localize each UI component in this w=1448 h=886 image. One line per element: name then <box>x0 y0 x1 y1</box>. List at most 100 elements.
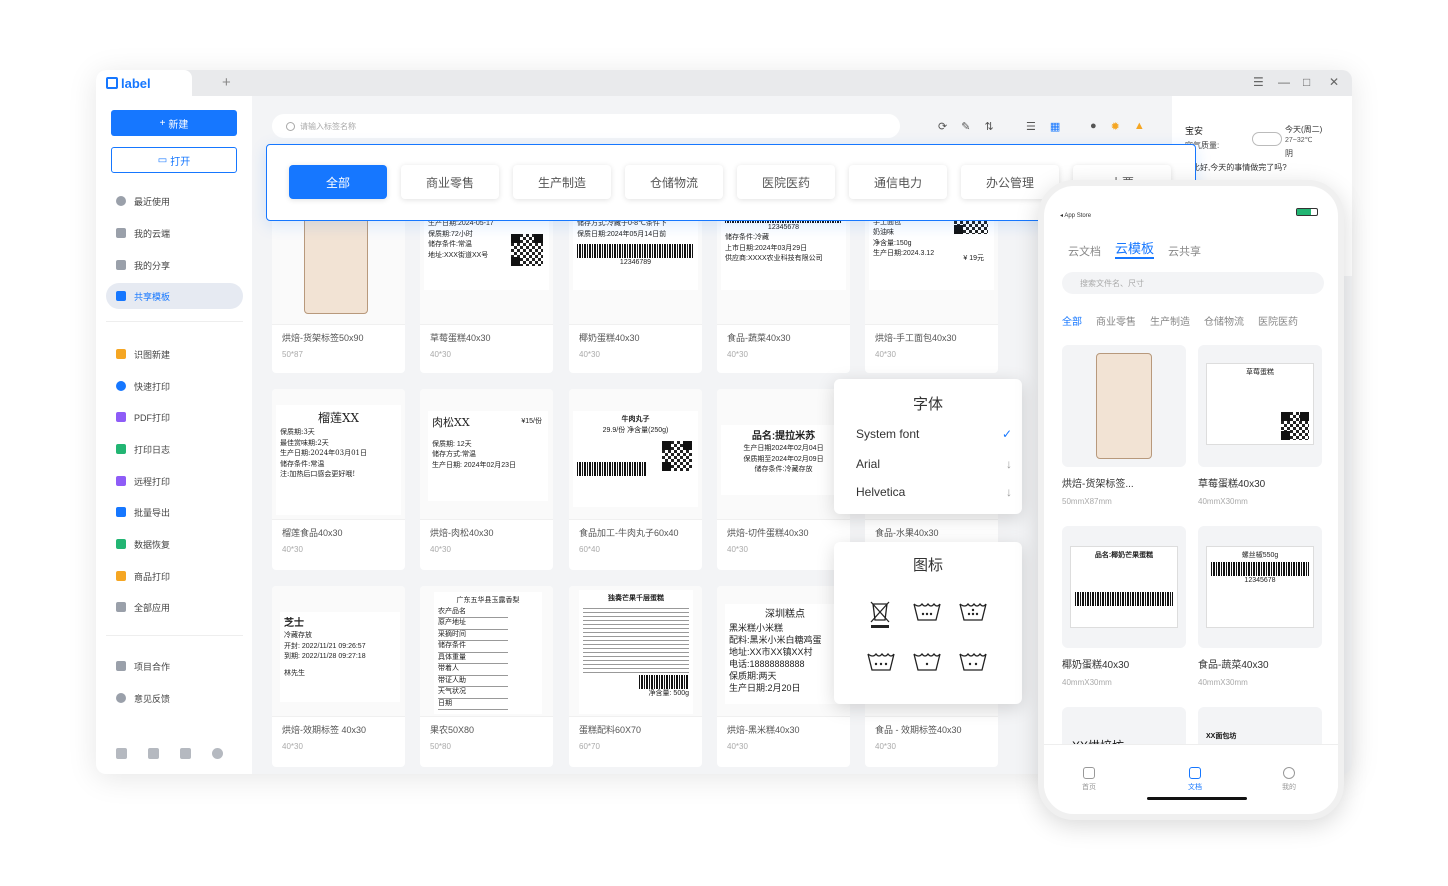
phone-template-card[interactable]: 螺丝椒550g 12345678 食品-蔬菜40x30 40mmX30mm <box>1198 526 1322 687</box>
list-view-icon[interactable]: ☰ <box>1026 120 1036 133</box>
category-power[interactable]: 通信电力 <box>849 165 947 199</box>
label-line: 储存条件:冷藏存放 <box>754 466 813 473</box>
barcode <box>1211 561 1309 576</box>
wash-30-icon[interactable] <box>912 650 942 672</box>
phone-mockup: ◂ App Store 云文档 云模板 云共享 搜索文件名、尺寸 全部 商业零售… <box>1038 180 1344 820</box>
wash-gentle-icon[interactable] <box>866 650 896 672</box>
sidebar-item-quick-print[interactable]: 快速打印 <box>106 373 243 399</box>
phone-template-card[interactable]: 烘焙-货架标签... 50mmX87mm <box>1062 345 1186 506</box>
phone-nav-label: 文档 <box>1188 784 1202 791</box>
category-manufacturing[interactable]: 生产制造 <box>513 165 611 199</box>
wash-40-icon[interactable] <box>912 600 942 622</box>
sidebar-item-print-log[interactable]: 打印日志 <box>106 436 243 462</box>
search-input[interactable]: 请输入标签名称 <box>272 114 900 138</box>
menu-icon[interactable]: ☰ <box>1253 75 1264 89</box>
farm-field: 带证人助 <box>438 676 508 687</box>
template-card[interactable]: 肉松XX ¥15/份 保质期: 12天 储存方式:常温 生产日期: 2024年02月23… <box>420 389 553 570</box>
label-title: 品名:提拉米苏 <box>751 431 816 442</box>
phone-cat-logistics[interactable]: 仓储物流 <box>1204 313 1244 328</box>
sidebar-item-remote-print[interactable]: 远程打印 <box>106 468 243 494</box>
font-option-helvetica[interactable]: Helvetica ↓ <box>856 485 1012 499</box>
sidebar-item-batch-export[interactable]: 批量导出 <box>106 499 243 525</box>
template-name: 烘焙-肉松40x30 <box>430 528 494 538</box>
phone-bottom-nav: 首页 文档 我的 <box>1044 744 1338 814</box>
template-size: 40*30 <box>430 545 451 554</box>
sidebar-item-data-restore[interactable]: 数据恢复 <box>106 531 243 557</box>
phone-nav-docs[interactable]: 文档 <box>1180 767 1210 792</box>
category-all[interactable]: 全部 <box>289 165 387 199</box>
video-icon[interactable] <box>148 748 159 759</box>
help-icon[interactable] <box>212 748 223 759</box>
label-line: 林先生 <box>284 669 305 677</box>
category-logistics[interactable]: 仓储物流 <box>625 165 723 199</box>
sidebar-item-share[interactable]: 我的分享 <box>106 252 243 278</box>
open-button[interactable]: ▭ 打开 <box>111 147 237 173</box>
label-title: 独奏芒果千层蛋糕 <box>608 595 664 602</box>
label-line: 保质期: 12天 <box>432 440 472 448</box>
sidebar-item-feedback[interactable]: 意见反馈 <box>106 685 243 711</box>
template-card[interactable]: 独奏芒果千层蛋糕 净含量: 500g 蛋糕配料60X70 60*70 <box>569 586 702 767</box>
phone-card-name: 草莓蛋糕40x30 <box>1198 479 1266 490</box>
template-card[interactable]: 榴莲XX 保质期:3天 最佳赏味期:2天 生产日期:2024年03月01日 储存条件:常… <box>272 389 405 570</box>
sidebar-item-shared-templates[interactable]: 共享模板 <box>106 283 243 309</box>
font-option-label: System font <box>856 427 920 441</box>
new-button[interactable]: + 新建 <box>111 110 237 136</box>
label-line: 到期: 2022/11/28 09:27:18 <box>284 653 366 660</box>
refresh-icon[interactable]: ⟳ <box>938 120 947 133</box>
phone-tab-share[interactable]: 云共享 <box>1168 243 1201 259</box>
maximize-icon[interactable]: □ <box>1303 75 1310 89</box>
phone-cat-manufacturing[interactable]: 生产制造 <box>1150 313 1190 328</box>
phone-nav-me[interactable]: 我的 <box>1274 767 1304 792</box>
home-icon[interactable] <box>116 748 127 759</box>
template-size: 40*30 <box>875 350 896 359</box>
document-icon <box>1189 767 1201 779</box>
phone-template-card[interactable]: 草莓蛋糕 草莓蛋糕40x30 40mmX30mm <box>1198 345 1322 506</box>
sidebar-item-all-apps[interactable]: 全部应用 <box>106 594 243 620</box>
sort-icon[interactable]: ⇅ <box>984 120 993 133</box>
grid-view-icon[interactable]: ▦ <box>1050 120 1060 133</box>
wash-50-icon[interactable] <box>958 650 988 672</box>
template-card[interactable]: 深圳糕点 黑米糕小米糕 配料:黑米小米白糖鸡蛋 地址:XX市XX镇XX村 电话:1888… <box>717 586 850 767</box>
phone-cat-all[interactable]: 全部 <box>1062 313 1082 328</box>
category-retail[interactable]: 商业零售 <box>401 165 499 199</box>
category-medical[interactable]: 医院医药 <box>737 165 835 199</box>
divider <box>106 321 243 322</box>
font-option-arial[interactable]: Arial ↓ <box>856 457 1012 471</box>
sidebar-item-cloud[interactable]: 我的云端 <box>106 220 243 246</box>
no-wash-bin-icon[interactable] <box>868 598 892 630</box>
phone-tab-docs[interactable]: 云文档 <box>1068 243 1101 259</box>
phone-cat-retail[interactable]: 商业零售 <box>1096 313 1136 328</box>
template-card[interactable]: 品名:提拉米苏 生产日期2024年02月04日 保质期至2024年02月09日 储存条… <box>717 389 850 570</box>
brush-icon[interactable]: ✎ <box>961 120 970 133</box>
home-icon <box>1083 767 1095 779</box>
lock-icon[interactable]: ▲ <box>1134 120 1145 133</box>
template-card[interactable]: 芝士 冷藏存放 开封: 2022/11/21 09:26:57 到期: 2022/11… <box>272 586 405 767</box>
phone-search-input[interactable]: 搜索文件名、尺寸 <box>1062 272 1324 294</box>
phone-cat-medical[interactable]: 医院医药 <box>1258 313 1298 328</box>
phone-nav-home[interactable]: 首页 <box>1074 767 1104 792</box>
sidebar-item-image-create[interactable]: 识图新建 <box>106 341 243 367</box>
sidebar-item-product-print[interactable]: 商品打印 <box>106 563 243 589</box>
wash-60-icon[interactable] <box>958 600 988 622</box>
app-tab[interactable]: label <box>96 70 192 96</box>
home-indicator <box>1147 797 1247 800</box>
keyboard-icon[interactable] <box>180 748 191 759</box>
phone-template-card[interactable]: 品名:椰奶芒果蛋糕 椰奶蛋糕40x30 40mmX30mm <box>1062 526 1186 687</box>
template-thumbnail: 品名:提拉米苏 生产日期2024年02月04日 保质期至2024年02月09日 储存条… <box>717 389 850 520</box>
sun-icon[interactable]: ✹ <box>1111 120 1120 133</box>
sidebar-item-collab[interactable]: 项目合作 <box>106 653 243 679</box>
font-option-system[interactable]: System font ✓ <box>856 427 1012 441</box>
label-line: 生产日期: 2024年02月23日 <box>432 461 517 469</box>
label-line: 电话:18888888888 <box>729 658 805 669</box>
sidebar-item-label: 批量导出 <box>134 507 171 518</box>
minimize-icon[interactable]: — <box>1278 75 1290 89</box>
sidebar-item-pdf-print[interactable]: PDF打印 <box>106 404 243 430</box>
phone-tab-templates[interactable]: 云模板 <box>1115 238 1155 259</box>
new-tab-icon[interactable]: + <box>222 74 231 91</box>
bell-icon[interactable]: ● <box>1090 120 1097 133</box>
close-icon[interactable]: ✕ <box>1329 75 1339 89</box>
template-card[interactable]: 牛肉丸子 29.9/份 净含量(250g) 食品加工-牛肉丸子60x40 60*40 <box>569 389 702 570</box>
template-card[interactable]: 广东五华县玉露香梨 农产品名 原产地址 采摘时间 储存条件 具体重量 带着人 带证人助 天气状况… <box>420 586 553 767</box>
sidebar-item-recent[interactable]: 最近使用 <box>106 188 243 214</box>
sidebar-item-label: 快速打印 <box>134 381 171 392</box>
